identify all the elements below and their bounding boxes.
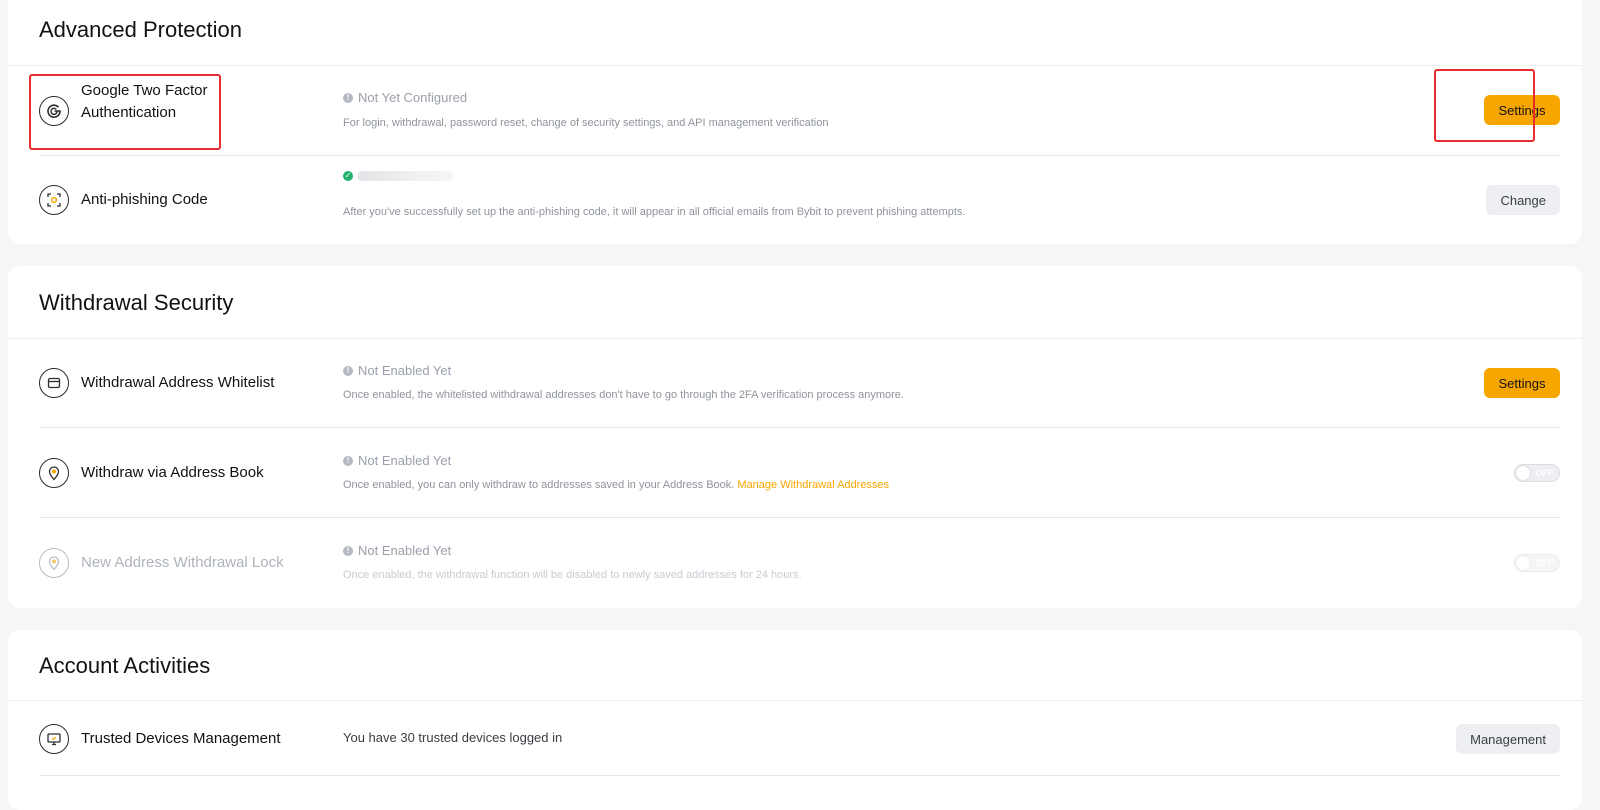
manage-withdrawal-addresses-link[interactable]: Manage Withdrawal Addresses <box>737 479 889 491</box>
address-book-status-text: Not Enabled Yet <box>358 453 452 468</box>
account-activities-title: Account Activities <box>39 653 211 678</box>
google-2fa-row: Google Two Factor Authentication ! Not Y… <box>39 66 1560 156</box>
google-2fa-label-line1: Google Two Factor <box>81 82 208 99</box>
lock-pin-icon <box>39 548 69 578</box>
whitelist-description: Once enabled, the whitelisted withdrawal… <box>343 389 904 401</box>
anti-phishing-change-button[interactable]: Change <box>1486 185 1560 215</box>
whitelist-status: ! Not Enabled Yet <box>343 363 451 379</box>
google-2fa-status-text: Not Yet Configured <box>358 90 468 105</box>
toggle-state: OFF <box>1535 558 1554 568</box>
address-book-status: ! Not Enabled Yet <box>343 453 451 469</box>
withdrawal-security-title: Withdrawal Security <box>39 290 234 315</box>
address-book-description: Once enabled, you can only withdraw to a… <box>343 478 889 492</box>
google-authenticator-icon <box>39 96 69 126</box>
toggle-knob <box>1516 556 1530 570</box>
info-icon: ! <box>343 93 353 103</box>
address-book-description-text: Once enabled, you can only withdraw to a… <box>343 479 735 491</box>
anti-phishing-icon <box>39 185 69 215</box>
new-address-lock-description: Once enabled, the withdrawal function wi… <box>343 569 802 581</box>
advanced-protection-title: Advanced Protection <box>39 17 243 42</box>
google-2fa-settings-button[interactable]: Settings <box>1484 95 1560 125</box>
whitelist-label: Withdrawal Address Whitelist <box>81 374 275 391</box>
google-2fa-description: For login, withdrawal, password reset, c… <box>343 117 829 129</box>
anti-phishing-code-masked <box>358 171 453 181</box>
location-pin-icon <box>39 458 69 488</box>
info-icon: ! <box>343 456 353 466</box>
account-activities-card: Account Activities Trusted Devices Manag… <box>8 630 1582 810</box>
advanced-protection-card: Advanced Protection Google Two Factor Au… <box>8 0 1582 244</box>
trusted-devices-management-button[interactable]: Management <box>1456 724 1560 754</box>
trusted-devices-description: You have 30 trusted devices logged in <box>343 730 563 745</box>
toggle-state: OFF <box>1535 468 1554 478</box>
trusted-devices-label: Trusted Devices Management <box>81 730 281 747</box>
anti-phishing-label: Anti-phishing Code <box>81 191 208 208</box>
info-icon: ! <box>343 366 353 376</box>
anti-phishing-description: After you've successfully set up the ant… <box>343 206 966 218</box>
info-icon: ! <box>343 546 353 556</box>
whitelist-settings-button[interactable]: Settings <box>1484 368 1560 398</box>
address-book-label: Withdraw via Address Book <box>81 464 264 481</box>
whitelist-status-text: Not Enabled Yet <box>358 363 452 378</box>
google-2fa-status: ! Not Yet Configured <box>343 90 467 106</box>
new-address-lock-status: ! Not Enabled Yet <box>343 543 451 559</box>
wallet-icon <box>39 368 69 398</box>
row-divider <box>39 775 1560 776</box>
google-2fa-label: Google Two Factor Authentication <box>81 80 207 124</box>
new-address-lock-label: New Address Withdrawal Lock <box>81 554 284 571</box>
google-2fa-label-line2: Authentication <box>81 104 177 121</box>
address-book-row: Withdraw via Address Book ! Not Enabled … <box>39 428 1560 518</box>
check-icon: ✓ <box>343 171 353 181</box>
anti-phishing-row: Anti-phishing Code ✓ After you've succes… <box>39 156 1560 244</box>
trusted-devices-row: Trusted Devices Management You have 30 t… <box>39 700 1560 776</box>
withdrawal-security-card: Withdrawal Security Withdrawal Address W… <box>8 266 1582 608</box>
toggle-knob <box>1516 466 1530 480</box>
new-address-lock-toggle[interactable]: OFF <box>1514 554 1560 572</box>
new-address-lock-status-text: Not Enabled Yet <box>358 543 452 558</box>
address-book-toggle[interactable]: OFF <box>1514 464 1560 482</box>
whitelist-row: Withdrawal Address Whitelist ! Not Enabl… <box>39 338 1560 428</box>
anti-phishing-status: ✓ <box>343 171 453 181</box>
monitor-icon <box>39 724 69 754</box>
new-address-lock-row: New Address Withdrawal Lock ! Not Enable… <box>39 518 1560 608</box>
